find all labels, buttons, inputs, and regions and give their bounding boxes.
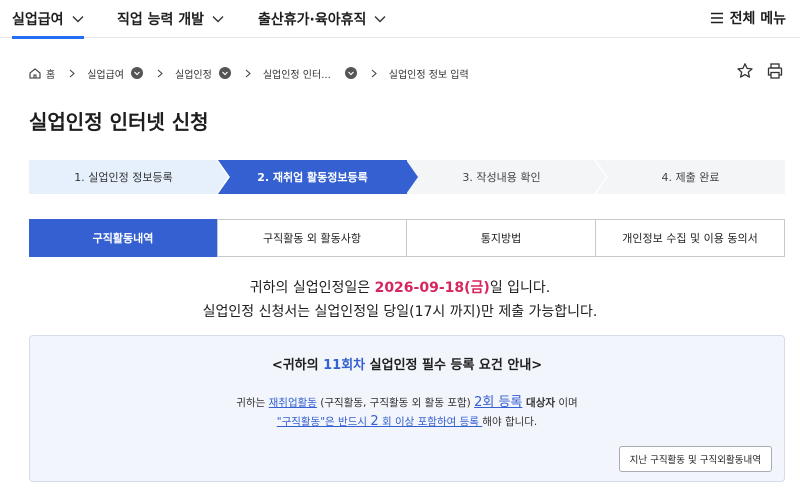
chevron-down-icon — [212, 15, 224, 23]
breadcrumb-item-label: 실업인정 정보 입력 — [388, 69, 469, 81]
requirement-info-box: <귀하의 11회차 실업인정 필수 등록 요건 안내> 귀하는 재취업활동 (구… — [29, 335, 785, 482]
round-number: 11회차 — [323, 358, 366, 373]
step-indicator: 1. 실업인정 정보등록 2. 재취업 활동정보등록 3. 작성내용 확인 4.… — [29, 160, 785, 194]
nav-item-vocational-training[interactable]: 직업 능력 개발 — [117, 8, 224, 30]
info-line-1: 귀하는 재취업활동 (구직활동, 구직활동 외 활동 포함) 2회 등록 대상자… — [30, 391, 784, 410]
submission-deadline-notice: 실업인정 신청서는 실업인정일 당일(17시 까지)만 제출 가능합니다. — [202, 304, 598, 320]
step-3: 3. 작성내용 확인 — [407, 160, 608, 194]
breadcrumb: 홈 실업급여 실업인정 실업인정 인터... 실업인정 정보 입력 — [29, 64, 469, 82]
chevron-right-icon — [69, 69, 76, 78]
breadcrumb-home-label: 홈 — [46, 69, 56, 81]
tab-other-activities[interactable]: 구직활동 외 활동사항 — [217, 220, 406, 256]
tab-privacy-consent[interactable]: 개인정보 수집 및 이용 동의서 — [595, 220, 784, 256]
all-menu-label: 전체 메뉴 — [729, 11, 786, 27]
breadcrumb-item[interactable]: 실업급여 — [87, 66, 144, 81]
breadcrumb-home[interactable]: 홈 — [29, 66, 55, 81]
nav-item-label: 출산휴가·육아휴직 — [258, 12, 367, 28]
breadcrumb-current: 실업인정 정보 입력 — [389, 66, 469, 81]
page-title: 실업인정 인터넷 신청 — [29, 110, 209, 134]
breadcrumb-item-label: 실업인정 인터... — [262, 69, 331, 81]
breadcrumb-item[interactable]: 실업인정 — [175, 66, 231, 81]
certification-date-notice: 귀하의 실업인정일은 2026-09-18(금)일 입니다. — [0, 277, 800, 297]
nav-item-label: 실업급여 — [12, 12, 64, 28]
breadcrumb-item-label: 실업급여 — [87, 69, 125, 81]
chevron-circle-down-icon[interactable] — [344, 67, 357, 79]
notice-text: 귀하의 실업인정일은 — [249, 280, 375, 296]
job-search-requirement: "구직활동"은 반드시 — [276, 416, 371, 428]
job-search-required-count: 2 — [370, 414, 379, 429]
top-navigation: 실업급여 직업 능력 개발 출산휴가·육아휴직 전체 메뉴 — [0, 0, 800, 39]
step-2: 2. 재취업 활동정보등록 — [218, 160, 418, 194]
tab-notification-method[interactable]: 통지방법 — [406, 220, 595, 256]
info-title: <귀하의 11회차 실업인정 필수 등록 요건 안내> — [30, 354, 784, 373]
tab-bar: 구직활동내역 구직활동 외 활동사항 통지방법 개인정보 수집 및 이용 동의서 — [29, 219, 785, 257]
chevron-right-icon — [371, 69, 377, 78]
required-count: 2회 등록 — [474, 395, 523, 410]
step-arrow — [406, 160, 418, 194]
info-title-text: <귀하의 — [271, 358, 324, 373]
chevron-down-icon — [72, 15, 84, 23]
step-label: 2. 재취업 활동정보등록 — [257, 171, 368, 184]
info-text: 귀하는 — [236, 397, 269, 409]
info-text: 해야 합니다. — [482, 416, 538, 428]
step-arrow — [595, 160, 608, 194]
step-label: 4. 제출 완료 — [661, 171, 720, 184]
step-label: 1. 실업인정 정보등록 — [74, 171, 173, 184]
nav-item-label: 직업 능력 개발 — [117, 12, 205, 28]
print-icon[interactable] — [766, 62, 784, 80]
chevron-circle-down-icon[interactable] — [131, 67, 144, 79]
page-utilities — [736, 62, 784, 80]
hamburger-menu-icon — [710, 12, 724, 24]
job-search-requirement: 회 이상 포함하여 등록 — [378, 416, 483, 428]
step-arrow — [217, 160, 230, 194]
info-text: 대상자 — [522, 397, 556, 409]
chevron-right-icon — [157, 69, 163, 78]
reemployment-activity-link[interactable]: 재취업활동 — [269, 397, 317, 409]
breadcrumb-item-label: 실업인정 — [175, 69, 212, 81]
home-icon — [29, 67, 41, 79]
info-line-2: "구직활동"은 반드시 2 회 이상 포함하여 등록 해야 합니다. — [30, 414, 784, 429]
chevron-right-icon — [245, 69, 251, 78]
breadcrumb-item[interactable]: 실업인정 인터... — [263, 66, 357, 81]
info-title-text: 실업인정 필수 등록 요건 안내> — [365, 358, 543, 373]
star-icon[interactable] — [736, 62, 754, 80]
all-menu-button[interactable]: 전체 메뉴 — [710, 8, 786, 28]
nav-item-maternity-parental-leave[interactable]: 출산휴가·육아휴직 — [258, 8, 386, 30]
chevron-circle-down-icon[interactable] — [218, 67, 231, 79]
info-text: (구직활동, 구직활동 외 활동 포함) — [316, 397, 475, 409]
certification-date: 2026-09-18(금) — [374, 280, 490, 296]
notice-text: 일 입니다. — [489, 280, 551, 296]
step-4: 4. 제출 완료 — [596, 160, 785, 194]
past-activity-history-button[interactable]: 지난 구직활동 및 구직외활동내역 — [618, 446, 772, 472]
step-1: 1. 실업인정 정보등록 — [29, 160, 230, 194]
info-text: 이며 — [555, 397, 578, 409]
nav-item-unemployment-benefit[interactable]: 실업급여 — [12, 8, 84, 39]
step-label: 3. 작성내용 확인 — [462, 171, 541, 184]
chevron-down-icon — [374, 15, 386, 23]
tab-job-search-history[interactable]: 구직활동내역 — [29, 219, 217, 257]
